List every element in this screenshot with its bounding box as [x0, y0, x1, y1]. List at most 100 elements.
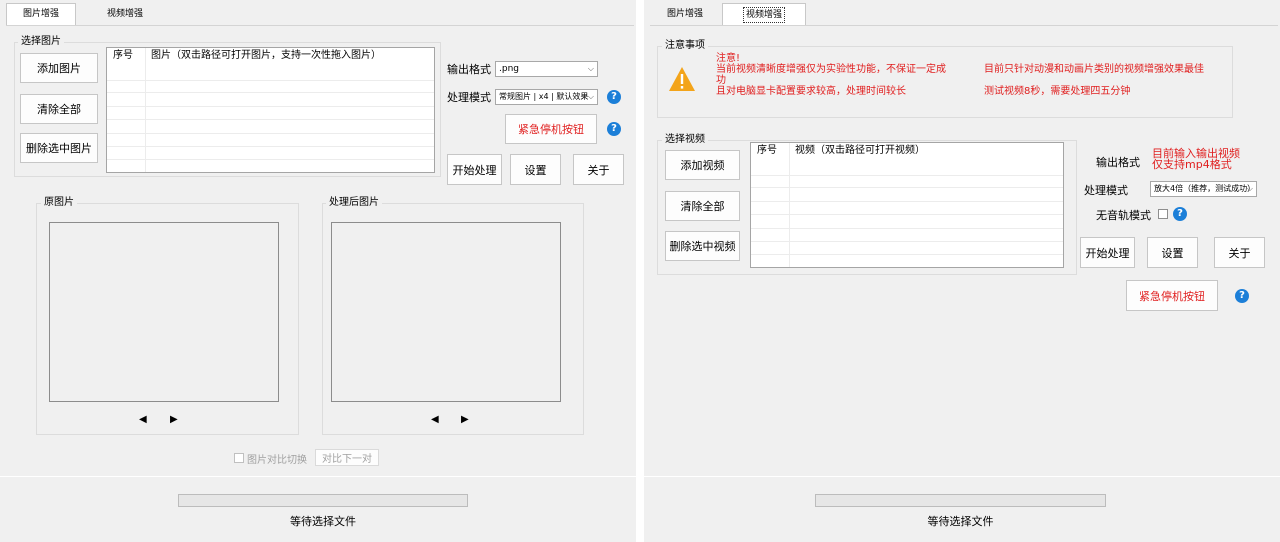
list-row-line — [751, 241, 1063, 242]
notice-line: 测试视频8秒，需要处理四五分钟 — [984, 86, 1131, 97]
chevron-down-icon: ⌵ — [587, 64, 594, 73]
processing-mode-select[interactable]: 放大4倍（推荐，测试成功） ⌵ — [1150, 181, 1257, 197]
settings-button[interactable]: 设置 — [1147, 237, 1198, 268]
add-video-button[interactable]: 添加视频 — [665, 150, 740, 180]
output-format-value: .png — [499, 64, 519, 74]
start-processing-button[interactable]: 开始处理 — [447, 154, 502, 185]
clear-all-button[interactable]: 清除全部 — [665, 191, 740, 221]
compare-toggle-checkbox[interactable] — [234, 453, 244, 463]
tab-strip: 图片增强 视频增强 — [0, 0, 636, 26]
list-row-line — [751, 201, 1063, 202]
processing-mode-select[interactable]: 常规图片 | x4 | 默认效果 ⌵ — [495, 89, 598, 105]
list-row-line — [107, 80, 434, 81]
tab-video-enhance[interactable]: 视频增强 — [722, 3, 806, 26]
help-icon[interactable]: ? — [607, 90, 621, 104]
start-processing-button[interactable]: 开始处理 — [1080, 237, 1135, 268]
list-header: 序号 视频（双击路径可打开视频） — [751, 143, 1063, 159]
processing-mode-value: 常规图片 | x4 | 默认效果 — [499, 92, 589, 101]
list-header-path: 视频（双击路径可打开视频） — [795, 145, 925, 156]
previous-arrow-icon[interactable]: ◀ — [431, 414, 439, 425]
about-button[interactable]: 关于 — [573, 154, 624, 185]
mute-mode-checkbox[interactable] — [1158, 209, 1168, 219]
select-video-group-title: 选择视频 — [662, 134, 708, 146]
status-text: 等待选择文件 — [290, 515, 356, 528]
previous-arrow-icon[interactable]: ◀ — [139, 414, 147, 425]
notice-line: 当前视频清晰度增强仅为实验性功能，不保证一定成 — [716, 64, 946, 75]
notice-line: 注意! — [716, 53, 741, 64]
original-image-title: 原图片 — [41, 197, 77, 209]
notice-group — [657, 46, 1233, 118]
list-row-line — [107, 106, 434, 107]
notice-title: 注意事项 — [662, 40, 708, 52]
delete-selected-video-button[interactable]: 删除选中视频 — [665, 231, 740, 261]
list-header: 序号 图片（双击路径可打开图片，支持一次性拖入图片） — [107, 48, 434, 64]
list-row-line — [751, 228, 1063, 229]
status-separator — [0, 476, 636, 477]
list-header-path: 图片（双击路径可打开图片，支持一次性拖入图片） — [151, 50, 381, 61]
compare-toggle-label: 图片对比切换 — [247, 455, 307, 466]
original-image-preview — [49, 222, 279, 402]
tab-divider — [650, 25, 1278, 26]
tab-image-enhance[interactable]: 图片增强 — [6, 3, 76, 26]
status-separator — [644, 476, 1280, 477]
list-row-line — [107, 133, 434, 134]
tab-label: 视频增强 — [106, 9, 143, 19]
progress-bar — [178, 494, 468, 507]
tab-video-enhance[interactable]: 视频增强 — [90, 4, 160, 26]
settings-button[interactable]: 设置 — [510, 154, 561, 185]
tab-image-enhance[interactable]: 图片增强 — [650, 4, 720, 26]
list-row-line — [751, 187, 1063, 188]
list-column-divider — [789, 143, 790, 267]
notice-line: 目前只针对动漫和动画片类别的视频增强效果最佳 — [984, 64, 1204, 75]
list-row-line — [751, 254, 1063, 255]
next-arrow-icon[interactable]: ▶ — [461, 414, 469, 425]
tab-label: 图片增强 — [666, 9, 703, 19]
list-header-index: 序号 — [757, 145, 777, 156]
help-icon[interactable]: ? — [1235, 289, 1249, 303]
about-button[interactable]: 关于 — [1214, 237, 1265, 268]
list-row-line — [107, 119, 434, 120]
progress-bar — [815, 494, 1106, 507]
compare-next-pair-button[interactable]: 对比下一对 — [315, 449, 379, 466]
delete-selected-image-button[interactable]: 删除选中图片 — [20, 133, 98, 163]
tab-divider — [6, 25, 634, 26]
mute-mode-label: 无音轨模式 — [1096, 209, 1151, 222]
help-icon[interactable]: ? — [1173, 207, 1187, 221]
warning-icon — [669, 67, 695, 91]
processing-mode-value: 放大4倍（推荐，测试成功） — [1154, 184, 1256, 193]
output-format-select[interactable]: .png ⌵ — [495, 61, 598, 77]
tab-strip: 图片增强 视频增强 — [644, 0, 1280, 26]
tab-label: 图片增强 — [22, 9, 59, 19]
emergency-stop-button[interactable]: 紧急停机按钮 — [505, 114, 597, 144]
list-row-line — [107, 146, 434, 147]
chevron-down-icon: ⌵ — [587, 92, 594, 101]
add-image-button[interactable]: 添加图片 — [20, 53, 98, 83]
notice-line: 功 — [716, 75, 726, 86]
processing-mode-label: 处理模式 — [1084, 184, 1128, 197]
panel-divider — [636, 0, 644, 542]
tab-label: 视频增强 — [742, 7, 785, 23]
emergency-stop-button[interactable]: 紧急停机按钮 — [1126, 280, 1218, 311]
clear-all-button[interactable]: 清除全部 — [20, 94, 98, 124]
processed-image-preview — [331, 222, 561, 402]
list-row-line — [751, 214, 1063, 215]
next-arrow-icon[interactable]: ▶ — [170, 414, 178, 425]
video-file-list[interactable]: 序号 视频（双击路径可打开视频） — [750, 142, 1064, 268]
list-row-line — [107, 92, 434, 93]
list-row-line — [107, 159, 434, 160]
video-enhance-panel: 图片增强 视频增强 注意事项 注意! 当前视频清晰度增强仅为实验性功能，不保证一… — [644, 0, 1280, 542]
image-file-list[interactable]: 序号 图片（双击路径可打开图片，支持一次性拖入图片） — [106, 47, 435, 173]
output-format-label: 输出格式 — [447, 63, 491, 76]
notice-line: 且对电脑显卡配置要求较高，处理时间较长 — [716, 86, 906, 97]
help-icon[interactable]: ? — [607, 122, 621, 136]
list-column-divider — [145, 48, 146, 172]
status-text: 等待选择文件 — [927, 515, 994, 528]
select-image-group-title: 选择图片 — [18, 36, 64, 48]
processing-mode-label: 处理模式 — [447, 91, 491, 104]
image-enhance-panel: 图片增强 视频增强 选择图片 添加图片 清除全部 删除选中图片 序号 图片（双击… — [0, 0, 636, 542]
list-row-line — [751, 175, 1063, 176]
output-format-note: 仅支持mp4格式 — [1152, 158, 1232, 171]
list-header-index: 序号 — [113, 50, 133, 61]
processed-image-title: 处理后图片 — [326, 197, 382, 209]
output-format-label: 输出格式 — [1096, 156, 1140, 169]
